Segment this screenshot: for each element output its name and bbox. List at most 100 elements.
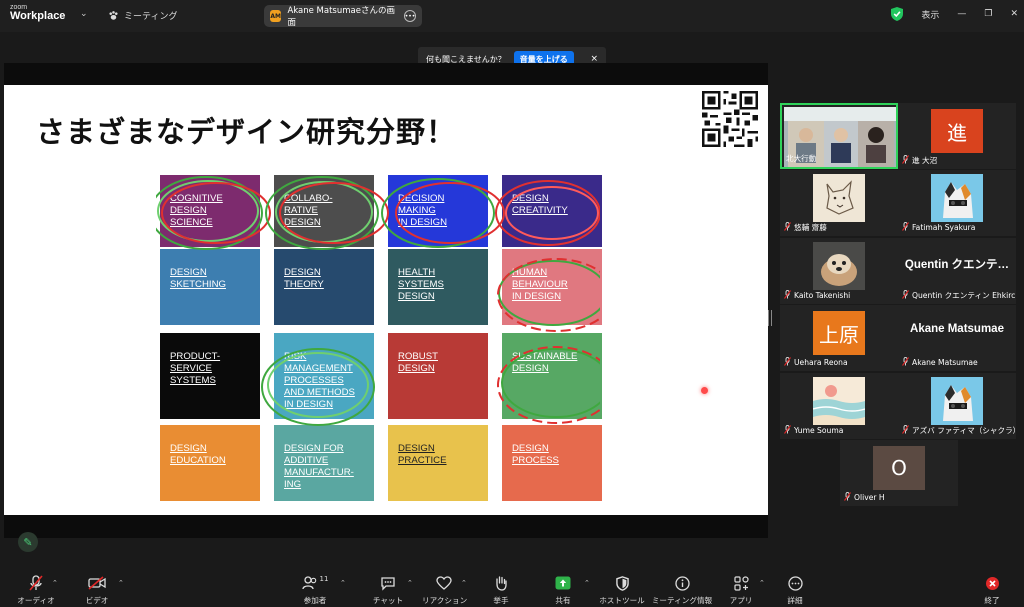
hand-icon: [496, 576, 507, 591]
video-off-icon: [88, 576, 106, 590]
participant-tile[interactable]: アズバ ファティマ（シャクラ）: [898, 373, 1016, 439]
more-dots-icon: [787, 575, 803, 591]
host-tools-label: ホストツール: [599, 596, 645, 605]
share-caret-icon[interactable]: ⌃: [584, 579, 590, 587]
chevron-down-icon[interactable]: ⌄: [80, 9, 88, 19]
research-field-tile: SUSTAINABLE DESIGN: [502, 333, 602, 419]
participant-tile[interactable]: Akane Matsumae Akane Matsumae: [898, 305, 1016, 371]
participants-count: 11: [319, 575, 329, 583]
annotate-pencil-icon[interactable]: ✎: [18, 532, 38, 552]
avatar-cat: [931, 377, 983, 425]
screen-share-indicator[interactable]: AM Akane Matsumaeさんの画面 •••: [264, 5, 422, 28]
zoom-window: zoom Workplace ⌄ ミーティング AM Akane Matsuma…: [0, 0, 1024, 607]
zoom-workplace-logo[interactable]: zoom Workplace: [10, 4, 65, 22]
participant-name: Fatimah Syakura: [912, 223, 976, 232]
more-icon[interactable]: •••: [404, 10, 416, 22]
chat-icon: [381, 576, 395, 591]
participant-name-bar: Yume Souma: [784, 425, 843, 436]
participant-tile[interactable]: Yume Souma: [780, 373, 898, 439]
research-field-tile: COLLABO- RATIVE DESIGN: [274, 175, 374, 247]
video-button[interactable]: ビデオ: [80, 574, 114, 606]
end-button[interactable]: 終了: [978, 574, 1006, 606]
qr-code-icon: [702, 91, 758, 147]
participant-tile[interactable]: 上原 Uehara Reona: [780, 305, 898, 371]
apps-icon: [733, 575, 749, 591]
audio-caret-icon[interactable]: ⌃: [52, 579, 58, 587]
participant-initial: O: [873, 446, 925, 490]
reactions-label: リアクション: [422, 596, 468, 605]
research-field-tile: DESIGN CREATIVITY: [502, 175, 602, 247]
paw-icon: [109, 11, 118, 20]
splitter-handle[interactable]: [768, 310, 772, 326]
close-icon[interactable]: ✕: [1010, 9, 1018, 19]
apps-label: アプリ: [729, 596, 753, 605]
chat-button[interactable]: チャット: [370, 574, 406, 606]
raise-hand-button[interactable]: 挙手: [488, 574, 514, 606]
info-icon: [674, 575, 690, 591]
video-caret-icon[interactable]: ⌃: [118, 579, 124, 587]
video-label: ビデオ: [85, 596, 109, 605]
audio-button[interactable]: オーディオ: [16, 574, 56, 606]
laser-pointer: [701, 387, 708, 394]
participant-name-bar: 北大行動: [786, 153, 816, 164]
participant-name: 悠輔 齋藤: [794, 223, 827, 232]
participant-tile[interactable]: Quentin クエンテ… Quentin クエンティン Ehkirch: [898, 238, 1016, 304]
participant-name: Yume Souma: [794, 426, 844, 435]
reactions-caret-icon[interactable]: ⌃: [461, 579, 467, 587]
participant-name-bar: アズバ ファティマ（シャクラ）: [902, 425, 1016, 436]
mic-muted-icon: [784, 290, 791, 301]
share-button[interactable]: 共有: [549, 574, 577, 606]
participant-display-name: Akane Matsumae: [910, 323, 1004, 335]
logo-big-text: Workplace: [10, 10, 66, 22]
meeting-menu[interactable]: ミーティング: [108, 9, 177, 22]
meeting-info-label: ミーティング情報: [651, 596, 713, 605]
shield-check-icon[interactable]: [891, 7, 904, 21]
restore-icon[interactable]: ❐: [984, 9, 992, 19]
participant-name: Akane Matsumae: [912, 358, 978, 367]
avatar-wolf: [813, 174, 865, 222]
host-shield-icon: [615, 575, 629, 591]
heart-icon: [436, 576, 452, 590]
view-button[interactable]: 表示: [921, 8, 939, 21]
avatar-cat: [931, 174, 983, 222]
participant-tile[interactable]: Fatimah Syakura: [898, 170, 1016, 236]
avatar-seascape: [813, 377, 865, 425]
meeting-label: ミーティング: [124, 12, 178, 22]
participant-gallery: 北大行動 進進 大沼悠輔 齋藤 Fatimah Syakura Kaito Taken…: [780, 100, 1018, 506]
mic-muted-icon: [784, 425, 791, 436]
research-field-tile: DESIGN EDUCATION: [160, 425, 260, 501]
research-field-tile: DESIGN FOR ADDITIVE MANUFACTUR- ING: [274, 425, 374, 501]
participant-tile[interactable]: Kaito Takenishi: [780, 238, 898, 304]
participant-name: Uehara Reona: [794, 358, 848, 367]
apps-button[interactable]: アプリ: [728, 574, 754, 606]
research-field-tile: DESIGN PROCESS: [502, 425, 602, 501]
shared-screen: さまざまなデザイン研究分野！ COGNITIVE DESIGN SCIENCE C…: [4, 63, 768, 538]
participant-name: Kaito Takenishi: [794, 291, 851, 300]
window-controls: 表示 — ❐ ✕: [891, 7, 1018, 21]
participant-name: 北大行動: [786, 154, 817, 163]
research-field-tile: HEALTH SYSTEMS DESIGN: [388, 249, 488, 325]
participant-name-bar: Kaito Takenishi: [784, 290, 850, 301]
participant-tile[interactable]: 進進 大沼: [898, 103, 1016, 169]
more-label: 詳細: [787, 596, 803, 605]
raise-hand-label: 挙手: [493, 596, 509, 605]
avatar-dog: [813, 242, 865, 290]
participants-button[interactable]: 11 参加者: [298, 574, 332, 606]
research-field-tile: DECISION MAKING IN DESIGN: [388, 175, 488, 247]
participant-name-bar: Quentin クエンティン Ehkirch: [902, 290, 1016, 301]
minimize-icon[interactable]: —: [957, 9, 966, 19]
participant-tile[interactable]: 北大行動: [780, 103, 898, 169]
reactions-button[interactable]: リアクション: [422, 574, 468, 606]
meeting-info-button[interactable]: ミーティング情報: [650, 574, 714, 606]
host-tools-button[interactable]: ホストツール: [598, 574, 646, 606]
share-label: Akane Matsumaeさんの画面: [287, 6, 395, 28]
more-button[interactable]: 詳細: [782, 574, 808, 606]
participant-tile[interactable]: O Oliver H: [840, 440, 958, 506]
participants-caret-icon[interactable]: ⌃: [340, 579, 346, 587]
chat-caret-icon[interactable]: ⌃: [407, 579, 413, 587]
apps-caret-icon[interactable]: ⌃: [759, 579, 765, 587]
mic-muted-icon: [902, 290, 909, 301]
end-call-icon: [985, 576, 999, 590]
mic-muted-icon: [902, 222, 909, 233]
participant-tile[interactable]: 悠輔 齋藤: [780, 170, 898, 236]
